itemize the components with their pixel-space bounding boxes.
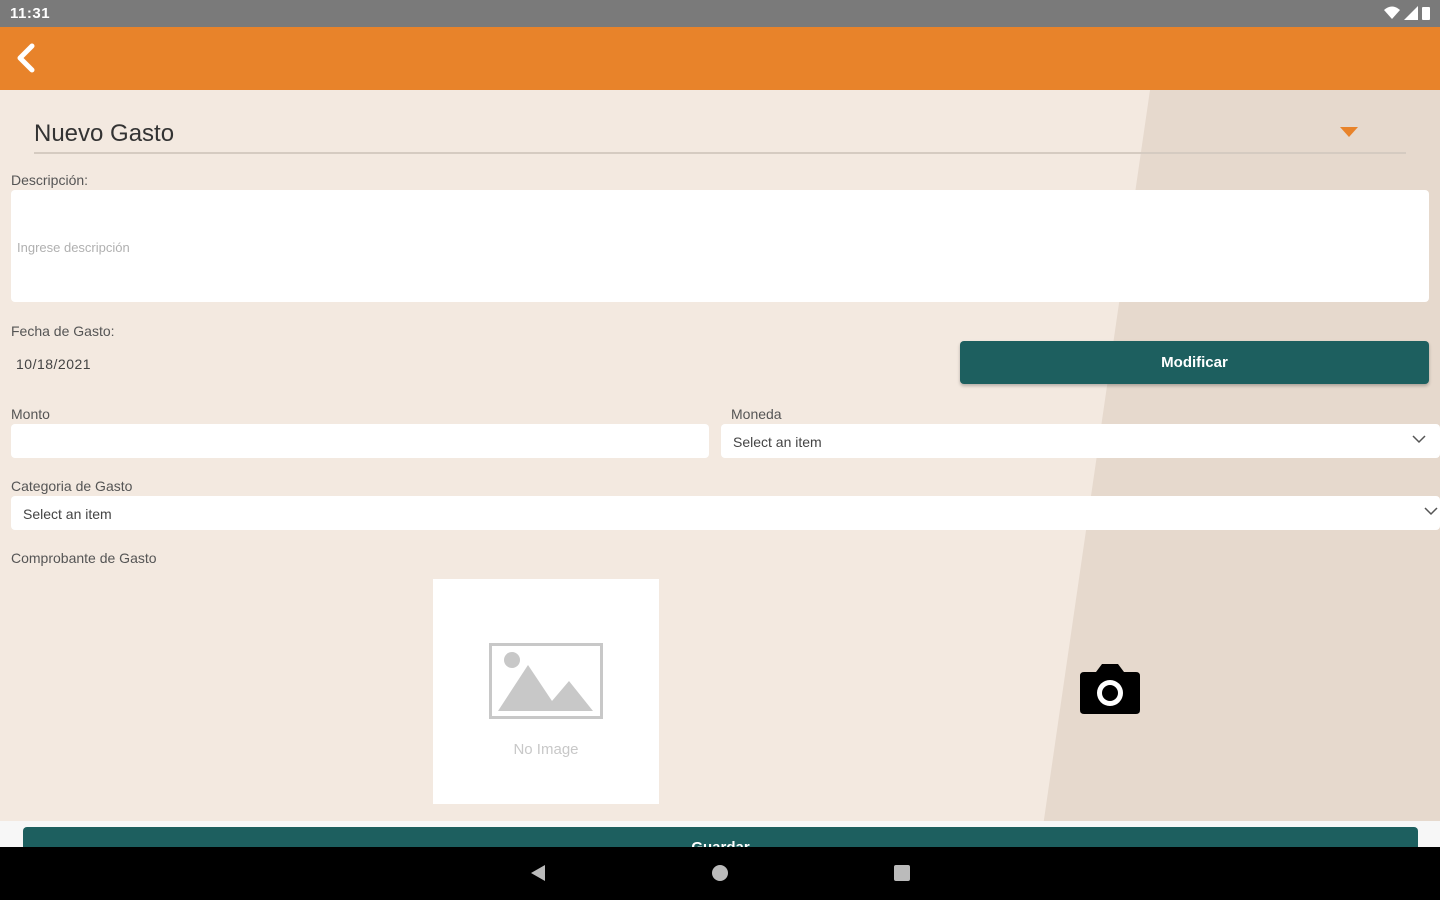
image-placeholder-icon (489, 643, 603, 719)
save-button[interactable]: Guardar (23, 827, 1418, 847)
currency-selected: Select an item (733, 434, 822, 450)
signal-icon (1404, 6, 1418, 20)
category-label: Categoria de Gasto (11, 478, 133, 494)
app-bar (0, 27, 1440, 90)
expense-type-picker[interactable]: Nuevo Gasto (34, 110, 1406, 154)
expense-type-value: Nuevo Gasto (34, 120, 175, 147)
amount-label: Monto (11, 406, 50, 422)
back-arrow-icon[interactable] (12, 42, 42, 74)
system-nav-bar (0, 847, 1440, 900)
nav-back-icon[interactable] (528, 863, 548, 883)
status-time: 11:31 (10, 5, 51, 22)
currency-select[interactable]: Select an item (721, 424, 1440, 458)
battery-icon (1422, 7, 1430, 20)
receipt-label: Comprobante de Gasto (11, 550, 157, 566)
form-content: Nuevo Gasto Descripción: Ingrese descrip… (0, 90, 1440, 847)
description-label: Descripción: (11, 172, 89, 188)
camera-icon[interactable] (1078, 660, 1142, 716)
chevron-down-icon (1424, 507, 1438, 516)
category-selected: Select an item (23, 506, 112, 522)
wifi-icon (1384, 6, 1400, 19)
receipt-image[interactable]: No Image (433, 579, 659, 804)
description-placeholder: Ingrese descripción (17, 240, 130, 255)
nav-home-icon[interactable] (710, 863, 730, 883)
amount-input[interactable] (11, 424, 709, 458)
date-label: Fecha de Gasto: (11, 323, 115, 339)
status-bar: 11:31 (0, 0, 1440, 27)
category-select[interactable]: Select an item (11, 496, 1440, 530)
nav-recents-icon[interactable] (892, 863, 912, 883)
system-icons (1384, 6, 1430, 20)
currency-label: Moneda (731, 406, 782, 422)
dropdown-caret-icon (1340, 127, 1358, 137)
chevron-down-icon (1412, 435, 1426, 444)
modify-date-button[interactable]: Modificar (960, 341, 1429, 384)
description-input[interactable]: Ingrese descripción (11, 190, 1429, 302)
date-value: 10/18/2021 (16, 356, 92, 372)
no-image-text: No Image (513, 741, 579, 758)
